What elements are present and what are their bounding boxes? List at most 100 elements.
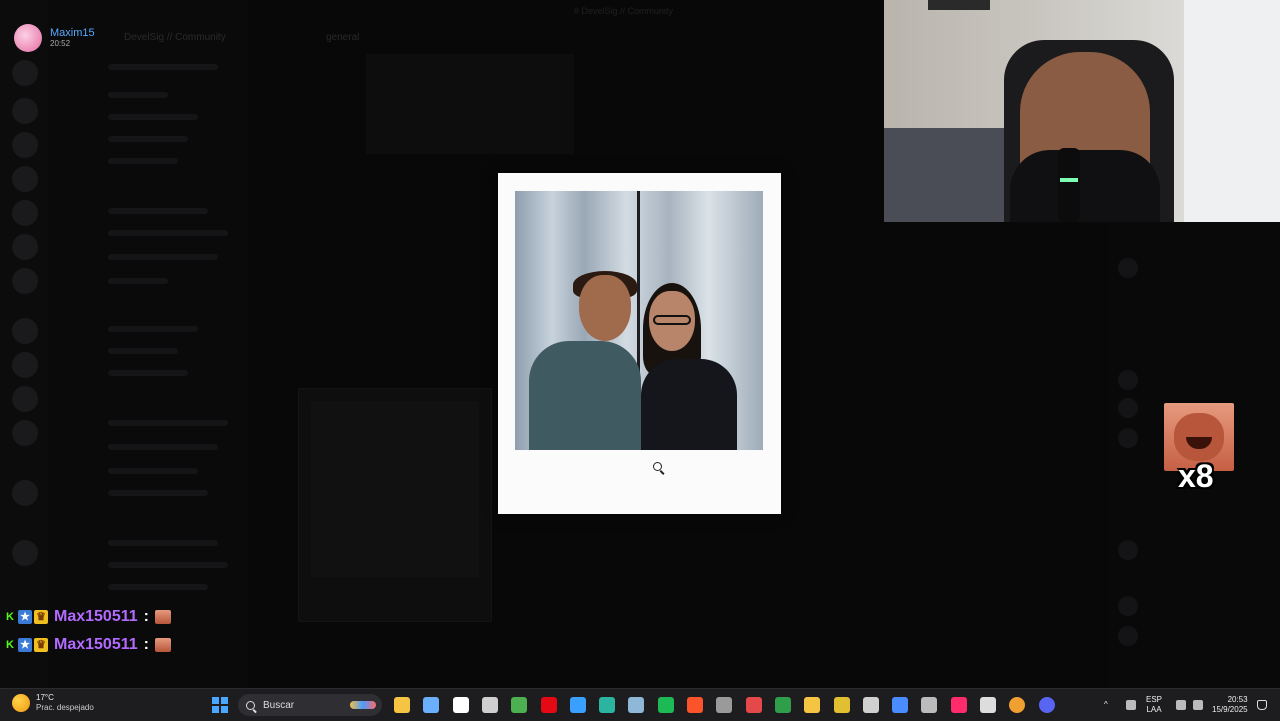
channel-item [108,348,178,354]
channel-list [48,0,248,688]
person-left [529,341,641,450]
member-avatar [1118,370,1138,390]
chrome-icon[interactable] [834,697,850,713]
language-indicator[interactable]: ESP LAA [1146,695,1162,715]
channel-item [108,208,208,214]
window-title: # DevelSig // Community [574,6,674,16]
embedded-image-thumbnail[interactable] [298,388,492,622]
tiktok-icon[interactable] [951,697,967,713]
edge-icon[interactable] [599,697,615,713]
channel-title: general [326,32,360,43]
chat-username: Max150511 [54,636,138,653]
channel-item [108,158,178,164]
chat-separator: : [143,608,149,625]
server-icon [12,268,38,294]
weather-temperature: 17°C [36,693,54,702]
battlenet-icon[interactable] [570,697,586,713]
channel-item [108,64,218,70]
channel-item [108,230,228,236]
server-rail [0,0,48,688]
taskbar-search[interactable]: Buscar [238,694,382,716]
server-icon [12,98,38,124]
netflix-icon[interactable] [541,697,557,713]
copilot-icon[interactable] [423,697,439,713]
weather-description: Prac. despejado [36,703,94,712]
clock-date: 15/9/2025 [1212,705,1248,714]
server-icon [12,540,38,566]
chevron-up-icon[interactable]: ^ [1104,700,1108,710]
viewer-username[interactable]: Maxim15 [50,27,95,39]
microphone-app-icon[interactable] [980,697,996,713]
server-icon [12,166,38,192]
channel-item [108,468,198,474]
calculator-icon[interactable] [716,697,732,713]
server-icon [12,480,38,506]
channel-item [108,490,208,496]
server-icon [12,352,38,378]
folder-icon[interactable] [804,697,820,713]
notification-bell-icon[interactable] [1257,700,1267,710]
clock[interactable]: 20:53 15/9/2025 [1212,695,1248,715]
settings-app-icon[interactable] [482,697,498,713]
spotify-icon[interactable] [658,697,674,713]
channel-item [108,370,188,376]
twitch-studio-icon[interactable] [892,697,908,713]
steam-icon[interactable] [628,697,644,713]
gear-app-icon[interactable] [921,697,937,713]
weather-widget[interactable]: 17°C Prac. despejado [12,693,94,713]
chat-message: K ★ ♛ Max150511 : [4,636,171,654]
start-button[interactable] [212,697,228,713]
webcam-bed [884,128,1004,222]
mystic-app-icon[interactable] [746,697,762,713]
star-badge-icon: ★ [18,638,32,652]
server-icon [12,132,38,158]
volume-icon[interactable] [1193,700,1203,710]
member-avatar [1118,626,1138,646]
brave-icon[interactable] [687,697,703,713]
viewer-timestamp: 20:52 [50,39,71,48]
server-icon [12,318,38,344]
glasses [653,315,691,325]
avatar[interactable] [14,24,42,52]
chat-message: K ★ ♛ Max150511 : [4,608,171,626]
server-icon [12,60,38,86]
viewer-header: Maxim15 20:52 [14,24,95,52]
channel-item [108,114,198,120]
channel-item [108,420,228,426]
taskbar: 17°C Prac. despejado Buscar ^ ESP LAA 20… [0,688,1280,721]
chat-separator: : [143,636,149,653]
microphone-icon[interactable] [1126,700,1136,710]
server-icon [12,200,38,226]
webcam-wall-strip [928,0,990,10]
webcam-shirt [1010,150,1160,222]
laughing-emote-icon [154,610,171,624]
star-badge-icon: ★ [18,610,32,624]
minecraft-icon[interactable] [511,697,527,713]
channel-item [108,92,168,98]
kick-badge-icon: K [6,639,14,651]
channel-item [108,444,218,450]
channel-item [108,136,188,142]
search-highlight-icon [350,701,376,709]
language-code: ESP [1146,695,1163,704]
server-icon [12,386,38,412]
xbox-icon[interactable] [775,697,791,713]
file-explorer-icon[interactable] [394,697,410,713]
crown-badge-icon: ♛ [34,610,48,624]
keyboard-layout: LAA [1146,705,1162,714]
webcam-overlay [884,0,1280,222]
network-icon[interactable] [1176,700,1186,710]
store-icon[interactable] [453,697,469,713]
image-preview[interactable] [498,173,781,514]
clock-time: 20:53 [1227,695,1248,704]
search-icon [246,700,255,710]
discord-icon[interactable] [1039,697,1055,713]
crown-badge-icon: ♛ [34,638,48,652]
member-avatar [1118,428,1138,448]
server-icon [12,234,38,260]
polaroid-photo[interactable] [515,191,763,450]
chrome-canary-icon[interactable] [1009,697,1025,713]
webcam-window [1184,0,1280,222]
channel-item [108,278,168,284]
epic-games-icon[interactable] [863,697,879,713]
